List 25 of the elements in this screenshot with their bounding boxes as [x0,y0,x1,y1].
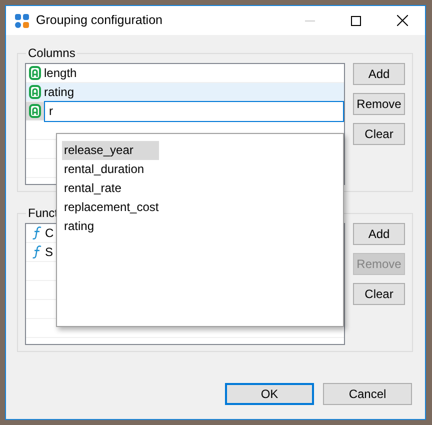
function-icon [32,226,42,240]
window-title: Grouping configuration [36,12,164,30]
text-column-icon [29,104,41,118]
list-action-button[interactable]: Add [353,223,405,245]
maximize-icon[interactable] [351,16,361,26]
close-icon[interactable] [396,15,408,26]
suggestion-item[interactable]: release_year [62,141,159,160]
suggestion-item[interactable]: rating [62,217,159,236]
suggestion-item[interactable]: rental_duration [62,160,159,179]
list-row[interactable]: rating [26,83,344,102]
list-item-label: S [45,244,54,261]
text-column-icon [29,66,41,80]
text-column-icon [29,85,41,99]
list-action-button[interactable]: Clear [353,283,405,305]
list-action-button[interactable]: Remove [353,93,405,115]
list-item-label: C [45,225,54,242]
dialog-button[interactable]: OK [225,383,314,405]
app-icon [14,12,30,28]
suggestion-item[interactable]: rental_rate [62,179,159,198]
dialog-button[interactable]: Cancel [323,383,412,405]
suggestion-item[interactable]: replacement_cost [62,198,159,217]
function-icon [32,245,42,259]
list-action-button[interactable]: Clear [353,123,405,145]
group-label: Columns [27,47,76,59]
list-action-button[interactable]: Add [353,63,405,85]
